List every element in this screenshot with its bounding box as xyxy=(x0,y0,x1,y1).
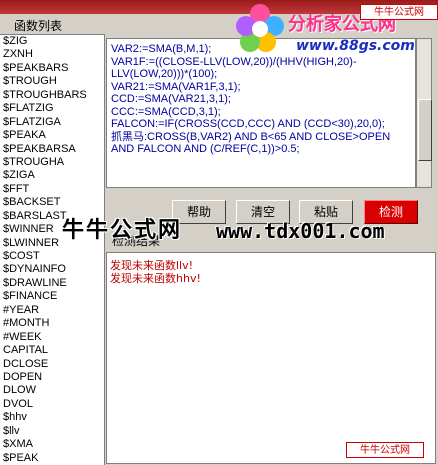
function-list-item[interactable]: CAPITAL xyxy=(0,344,104,357)
function-list-item[interactable]: $FFT xyxy=(0,183,104,196)
seal-bottom: 牛牛公式网 xyxy=(346,442,424,458)
function-list-item[interactable]: $COST xyxy=(0,250,104,263)
function-list-item[interactable]: $PEAKBARSA xyxy=(0,143,104,156)
function-list-item[interactable]: $FLATZIG xyxy=(0,102,104,115)
result-message: 发现未来函数llv! xyxy=(110,259,194,272)
result-box: 发现未来函数llv! 发现未来函数hhv! xyxy=(106,252,436,464)
function-list-item[interactable]: #YEAR xyxy=(0,304,104,317)
function-list-item[interactable]: #MONTH xyxy=(0,317,104,330)
function-list-item[interactable]: DOPEN xyxy=(0,371,104,384)
code-line: FALCON:=IF(CROSS(CCD,CCC) AND (CCD<30),2… xyxy=(111,118,385,130)
scroll-thumb[interactable] xyxy=(418,99,432,161)
function-list-item[interactable]: $TROUGH xyxy=(0,75,104,88)
function-list-item[interactable]: $ZIGA xyxy=(0,169,104,182)
brand-url: www.88gs.com xyxy=(296,38,415,54)
function-list-item[interactable]: $DYNAINFO xyxy=(0,263,104,276)
function-list-item[interactable]: $hhv xyxy=(0,411,104,424)
function-list-item[interactable]: $ZIG xyxy=(0,35,104,48)
seal-top: 牛牛公式网 xyxy=(360,4,438,20)
function-list-item[interactable]: DLOW xyxy=(0,384,104,397)
function-list-item[interactable]: ZXNH xyxy=(0,48,104,61)
function-list-item[interactable]: $PEAKA xyxy=(0,129,104,142)
code-line: CCD:=SMA(VAR21,3,1); xyxy=(111,93,231,105)
function-list-item[interactable]: $DRAWLINE xyxy=(0,277,104,290)
function-list-item[interactable]: $XMA xyxy=(0,438,104,451)
function-list-item[interactable]: $TROUGHA xyxy=(0,156,104,169)
watermark-url: www.tdx001.com xyxy=(216,219,385,243)
function-list[interactable]: $ZIG ZXNH $PEAKBARS $TROUGH $TROUGHBARS $FLAT… xyxy=(0,34,105,465)
function-list-item[interactable]: $llv xyxy=(0,425,104,438)
function-list-item[interactable]: $FLATZIGA xyxy=(0,116,104,129)
flower-logo-icon xyxy=(236,4,284,52)
function-list-item[interactable]: DVOL xyxy=(0,398,104,411)
function-list-item[interactable]: #WEEK xyxy=(0,331,104,344)
result-message: 发现未来函数hhv! xyxy=(110,272,201,285)
function-list-item[interactable]: $PEAK xyxy=(0,452,104,465)
watermark-cn: 牛牛公式网 xyxy=(62,218,183,243)
function-list-item[interactable]: $FINANCE xyxy=(0,290,104,303)
code-line: 抓黑马:CROSS(B,VAR2) AND B<65 AND CLOSE>OPE… xyxy=(111,130,391,156)
function-list-item[interactable]: $BACKSET xyxy=(0,196,104,209)
function-list-item[interactable]: $PEAKBARS xyxy=(0,62,104,75)
function-list-item[interactable]: DCLOSE xyxy=(0,358,104,371)
function-list-item[interactable]: $TROUGHBARS xyxy=(0,89,104,102)
function-list-label: 函数列表 xyxy=(14,19,63,33)
code-line: VAR21:=SMA(VAR1F,3,1); xyxy=(111,80,241,93)
code-line: CCC:=SMA(CCD,3,1); xyxy=(111,105,221,118)
